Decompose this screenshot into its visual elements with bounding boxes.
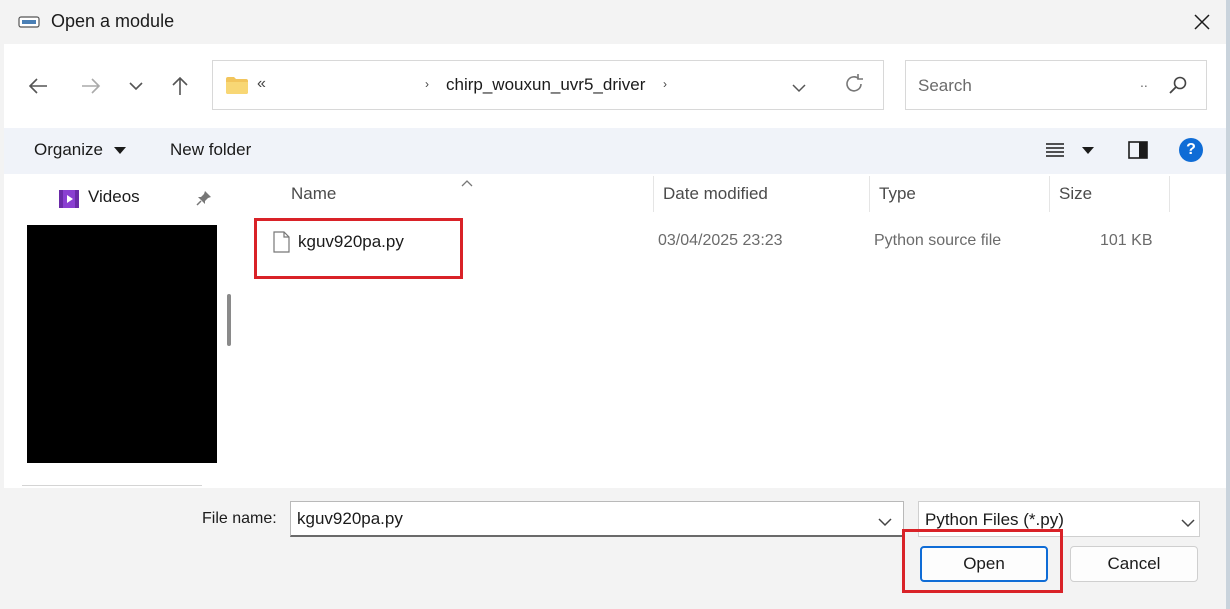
refresh-button[interactable]	[843, 73, 865, 100]
column-header-type[interactable]: Type	[879, 184, 916, 204]
up-button[interactable]	[166, 72, 194, 100]
python-module-icon	[18, 15, 40, 28]
file-type-selected: Python Files (*.py)	[925, 510, 1064, 529]
navpane-scrollbar[interactable]	[227, 294, 231, 346]
open-module-dialog: Open a module « › chirp_wouxun_uvr5_driv…	[0, 0, 1230, 609]
title-bar: Open a module	[0, 0, 1230, 44]
file-type-cell: Python source file	[874, 232, 1002, 249]
background-window-edge	[1226, 0, 1230, 609]
column-header-size[interactable]: Size	[1059, 184, 1092, 204]
new-folder-button[interactable]: New folder	[170, 140, 251, 160]
column-divider[interactable]	[653, 176, 654, 212]
organize-caret-icon[interactable]	[114, 147, 126, 154]
help-button[interactable]: ?	[1179, 138, 1203, 162]
chevron-down-icon	[129, 82, 143, 91]
highlight-box	[254, 218, 463, 279]
chevron-down-icon	[878, 518, 892, 527]
recent-locations-button[interactable]	[122, 72, 150, 100]
preview-pane-button[interactable]	[1127, 140, 1149, 165]
breadcrumb-overflow[interactable]: «	[257, 75, 266, 93]
videos-icon	[58, 188, 80, 215]
view-caret-icon[interactable]	[1082, 147, 1094, 154]
arrow-right-icon	[82, 78, 101, 94]
organize-button[interactable]: Organize	[34, 140, 103, 160]
folder-icon	[225, 75, 249, 100]
address-bar[interactable]: « › chirp_wouxun_uvr5_driver ›	[212, 60, 884, 110]
search-placeholder: Search	[918, 76, 972, 95]
window-title: Open a module	[51, 11, 175, 31]
file-date-cell: 03/04/2025 23:23	[658, 232, 783, 249]
command-bar: Organize New folder ?	[4, 128, 1226, 174]
change-view-button[interactable]	[1044, 140, 1066, 165]
pin-icon	[196, 190, 212, 211]
breadcrumb-folder[interactable]: chirp_wouxun_uvr5_driver	[446, 75, 645, 95]
file-name-input[interactable]	[290, 501, 904, 537]
preview-pane-icon	[1128, 141, 1148, 159]
address-dropdown-button[interactable]	[791, 75, 807, 98]
search-box[interactable]: Search ..	[905, 60, 1207, 110]
forward-button[interactable]	[77, 72, 105, 100]
search-icon[interactable]	[1168, 75, 1188, 100]
navpane-divider	[22, 485, 202, 486]
list-view-icon	[1046, 143, 1064, 157]
column-divider[interactable]	[1049, 176, 1050, 212]
column-header-date[interactable]: Date modified	[663, 184, 768, 204]
file-name-label: File name:	[202, 510, 277, 527]
close-button[interactable]	[1180, 0, 1224, 44]
redacted-region	[27, 225, 217, 463]
arrow-up-icon	[172, 76, 188, 95]
column-header-name[interactable]: Name	[291, 184, 336, 204]
back-button[interactable]	[24, 72, 52, 100]
refresh-icon	[846, 74, 863, 92]
breadcrumb-separator[interactable]: ›	[663, 77, 667, 91]
breadcrumb-separator[interactable]: ›	[425, 77, 429, 91]
close-icon	[1194, 14, 1210, 30]
column-divider[interactable]	[869, 176, 870, 212]
chevron-down-icon	[792, 84, 806, 93]
cancel-button[interactable]: Cancel	[1070, 546, 1198, 582]
arrow-left-icon	[28, 78, 47, 94]
file-size-cell: 101 KB	[1100, 232, 1153, 249]
nav-item-videos[interactable]: Videos	[88, 187, 140, 207]
sort-ascending-icon	[460, 175, 474, 193]
navigation-pane: Videos	[4, 174, 242, 488]
highlight-box	[902, 529, 1063, 593]
chevron-down-icon	[1181, 515, 1195, 533]
search-overflow: ..	[1140, 74, 1148, 90]
file-name-dropdown-button[interactable]	[878, 514, 892, 532]
column-divider[interactable]	[1169, 176, 1170, 212]
